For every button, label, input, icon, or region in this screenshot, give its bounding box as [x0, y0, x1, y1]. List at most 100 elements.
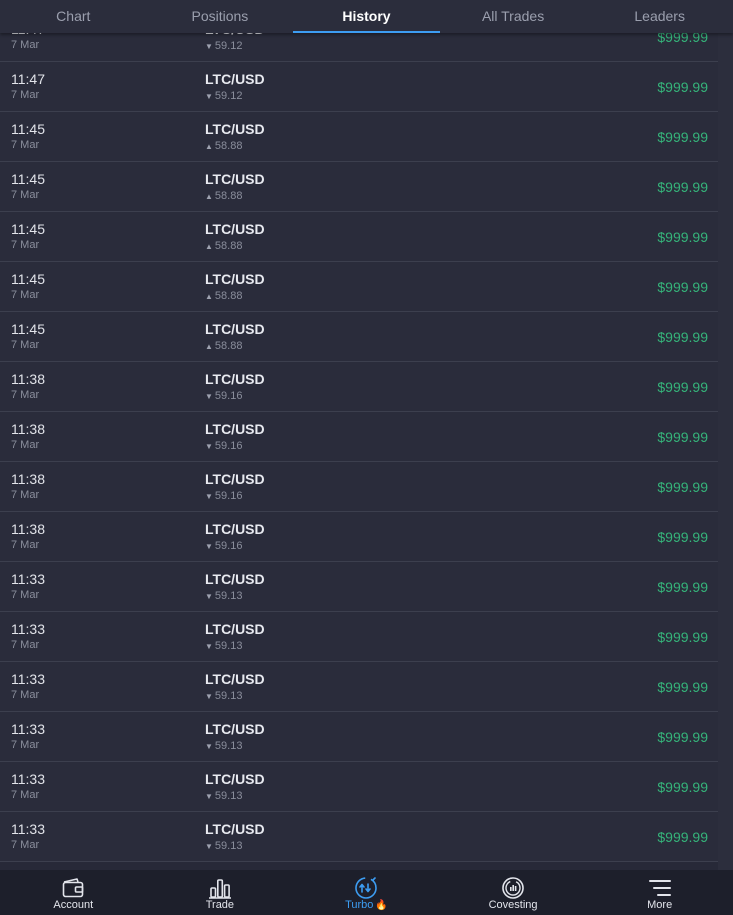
trade-time: 11:45: [11, 271, 45, 287]
nav-trade[interactable]: Trade: [147, 870, 294, 915]
arrow-down-icon: ▼: [205, 91, 213, 101]
tab-leaders[interactable]: Leaders: [586, 0, 733, 33]
trade-price-value: 58.88: [214, 340, 243, 352]
nav-turbo-text: Turbo: [345, 899, 374, 911]
trade-row[interactable]: 11:38 7 Mar LTC/USD ▼ 59.16 $999.99: [0, 462, 718, 512]
trade-price-value: 58.88: [214, 290, 243, 302]
trade-time: 11:45: [11, 121, 45, 137]
tab-history[interactable]: History: [293, 0, 440, 33]
trade-pair: LTC/USD: [205, 33, 265, 37]
arrow-up-icon: ▲: [205, 241, 213, 251]
trade-price: ▲ 58.88: [205, 290, 242, 302]
trade-pair: LTC/USD: [205, 321, 265, 337]
arrow-down-icon: ▼: [205, 41, 213, 51]
trade-time: 11:33: [11, 821, 45, 837]
arrow-up-icon: ▲: [205, 191, 213, 201]
arrow-down-icon: ▼: [205, 641, 213, 651]
scrollbar[interactable]: [718, 33, 733, 870]
trade-price-value: 58.88: [214, 140, 243, 152]
menu-icon: [648, 880, 671, 896]
tab-chart[interactable]: Chart: [0, 0, 147, 33]
top-tab-bar: Chart Positions History All Trades Leade…: [0, 0, 733, 33]
trade-history-list[interactable]: 11:47 7 Mar LTC/USD ▼ 59.12 $999.99 11:4…: [0, 33, 718, 870]
trade-date: 7 Mar: [11, 189, 40, 201]
trade-amount: $999.99: [657, 33, 708, 45]
nav-trade-label: Trade: [205, 899, 235, 911]
nav-more[interactable]: More: [586, 870, 733, 915]
trade-pair: LTC/USD: [205, 621, 265, 637]
trade-row[interactable]: 11:45 7 Mar LTC/USD ▲ 58.88 $999.99: [0, 312, 718, 362]
trade-row[interactable]: 11:45 7 Mar LTC/USD ▲ 58.88 $999.99: [0, 262, 718, 312]
arrow-down-icon: ▼: [205, 841, 213, 851]
trade-date: 7 Mar: [11, 89, 40, 101]
nav-covesting-label: Covesting: [488, 899, 538, 911]
trade-pair: LTC/USD: [205, 71, 265, 87]
trade-row[interactable]: 11:33 7 Mar LTC/USD ▼ 59.13 $999.99: [0, 612, 718, 662]
trade-amount: $999.99: [657, 329, 708, 345]
trade-amount: $999.99: [657, 829, 708, 845]
trade-row[interactable]: 11:38 7 Mar LTC/USD ▼ 59.16 $999.99: [0, 362, 718, 412]
tab-all-trades[interactable]: All Trades: [440, 0, 587, 33]
nav-more-label: More: [647, 899, 673, 911]
trade-row[interactable]: 11:45 7 Mar LTC/USD ▲ 58.88 $999.99: [0, 112, 718, 162]
trade-row[interactable]: 11:38 7 Mar LTC/USD ▼ 59.16 $999.99: [0, 512, 718, 562]
wallet-icon: [62, 878, 84, 898]
trade-row[interactable]: 11:38 7 Mar LTC/USD ▼ 59.16 $999.99: [0, 412, 718, 462]
trade-row[interactable]: 11:33 7 Mar LTC/USD ▼ 59.13 $999.99: [0, 812, 718, 862]
trade-pair: LTC/USD: [205, 121, 265, 137]
trade-date: 7 Mar: [11, 589, 40, 601]
trade-price-value: 59.13: [214, 690, 243, 702]
trade-amount: $999.99: [657, 229, 708, 245]
trade-amount: $999.99: [657, 729, 708, 745]
trade-row[interactable]: 11:33 7 Mar LTC/USD ▼ 59.13 $999.99: [0, 662, 718, 712]
trade-row[interactable]: 11:47 7 Mar LTC/USD ▼ 59.12 $999.99: [0, 33, 718, 62]
trade-price: ▼ 59.16: [205, 440, 242, 452]
trade-row[interactable]: 11:33 7 Mar LTC/USD ▼ 59.13 $999.99: [0, 712, 718, 762]
trade-amount: $999.99: [657, 529, 708, 545]
trade-amount: $999.99: [657, 129, 708, 145]
trade-time: 11:33: [11, 621, 45, 637]
trade-date: 7 Mar: [11, 789, 40, 801]
trade-pair: LTC/USD: [205, 771, 265, 787]
nav-account[interactable]: Account: [0, 870, 147, 915]
trade-price-value: 59.12: [214, 40, 243, 52]
trade-time: 11:38: [11, 471, 45, 487]
trade-time: 11:38: [11, 371, 45, 387]
trade-time: 11:33: [11, 721, 45, 737]
trade-row[interactable]: 11:33 7 Mar LTC/USD ▼ 59.13 $999.99: [0, 762, 718, 812]
nav-turbo[interactable]: Turbo 🔥: [293, 870, 440, 915]
nav-covesting[interactable]: Covesting: [440, 870, 587, 915]
trade-amount: $999.99: [657, 179, 708, 195]
bottom-nav: Account Trade Turbo 🔥 Covesting More: [0, 870, 733, 915]
trade-pair: LTC/USD: [205, 521, 265, 537]
trade-price-value: 59.13: [214, 840, 243, 852]
trade-price-value: 59.13: [214, 640, 243, 652]
trade-date: 7 Mar: [11, 289, 40, 301]
arrow-down-icon: ▼: [205, 691, 213, 701]
arrow-down-icon: ▼: [205, 741, 213, 751]
trade-time: 11:47: [11, 71, 45, 87]
trade-date: 7 Mar: [11, 439, 40, 451]
trade-time: 11:45: [11, 321, 45, 337]
arrow-down-icon: ▼: [205, 541, 213, 551]
trade-time: 11:33: [11, 771, 45, 787]
trade-row[interactable]: 11:45 7 Mar LTC/USD ▲ 58.88 $999.99: [0, 212, 718, 262]
trade-time: 11:38: [11, 421, 45, 437]
trade-time: 11:45: [11, 221, 45, 237]
tab-positions[interactable]: Positions: [147, 0, 294, 33]
trade-rows: 11:47 7 Mar LTC/USD ▼ 59.12 $999.99 11:4…: [0, 33, 718, 862]
trade-price: ▲ 58.88: [205, 140, 242, 152]
trade-price-value: 58.88: [214, 240, 243, 252]
trade-price: ▼ 59.13: [205, 690, 242, 702]
trade-row[interactable]: 11:47 7 Mar LTC/USD ▼ 59.12 $999.99: [0, 62, 718, 112]
trade-price: ▼ 59.13: [205, 790, 242, 802]
trade-pair: LTC/USD: [205, 421, 265, 437]
arrow-up-icon: ▲: [205, 341, 213, 351]
trade-row[interactable]: 11:33 7 Mar LTC/USD ▼ 59.13 $999.99: [0, 562, 718, 612]
trade-row[interactable]: 11:45 7 Mar LTC/USD ▲ 58.88 $999.99: [0, 162, 718, 212]
arrow-down-icon: ▼: [205, 791, 213, 801]
trade-price-value: 59.16: [214, 540, 243, 552]
arrow-up-icon: ▲: [205, 141, 213, 151]
trade-price: ▼ 59.12: [205, 90, 242, 102]
trade-time: 11:47: [11, 33, 45, 37]
